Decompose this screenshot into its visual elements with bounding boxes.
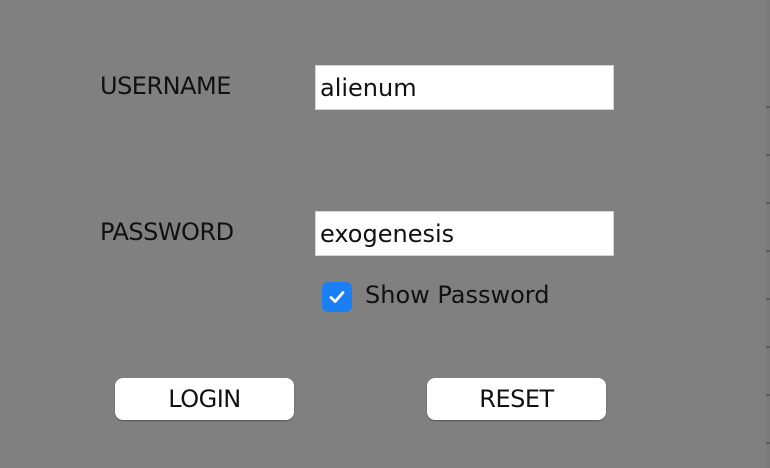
edge-tick — [766, 346, 770, 348]
password-field[interactable] — [315, 211, 614, 256]
edge-tick — [766, 250, 770, 252]
edge-tick — [766, 154, 770, 156]
username-field[interactable] — [315, 65, 614, 110]
edge-tick — [766, 442, 770, 444]
window-edge — [766, 0, 770, 468]
username-label: USERNAME — [100, 72, 231, 100]
show-password-checkbox[interactable] — [322, 282, 352, 312]
edge-tick — [766, 394, 770, 396]
edge-tick — [766, 298, 770, 300]
login-button[interactable]: LOGIN — [115, 378, 294, 420]
show-password-label[interactable]: Show Password — [365, 281, 550, 309]
reset-button[interactable]: RESET — [427, 378, 606, 420]
edge-tick — [766, 106, 770, 108]
edge-tick — [766, 202, 770, 204]
checkmark-icon — [329, 291, 345, 303]
password-label: PASSWORD — [100, 218, 234, 246]
